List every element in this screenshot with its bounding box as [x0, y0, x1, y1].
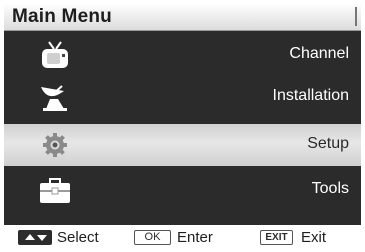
- toolbox-icon: [38, 174, 72, 206]
- menu-item-installation[interactable]: Installation: [4, 76, 361, 118]
- gear-icon: [38, 129, 72, 161]
- tv-icon: [38, 39, 72, 71]
- main-menu-panel: Main Menu Channel Installation Setup Too…: [4, 3, 361, 225]
- enter-hint-label: Enter: [177, 229, 213, 246]
- menu-item-label: Setup: [307, 135, 349, 152]
- select-hint-label: Select: [57, 229, 99, 246]
- menu-item-label: Installation: [272, 87, 350, 104]
- menu-item-label: Tools: [311, 180, 349, 197]
- title-bar-edge: [355, 7, 357, 26]
- menu-item-tools[interactable]: Tools: [4, 169, 361, 211]
- menu-item-label: Channel: [289, 45, 349, 62]
- menu-title: Main Menu: [12, 6, 112, 27]
- menu-item-setup[interactable]: Setup: [4, 124, 361, 166]
- exit-key-badge: EXIT: [260, 230, 293, 245]
- satellite-dish-icon: [38, 81, 72, 113]
- menu-item-channel[interactable]: Channel: [4, 34, 361, 76]
- exit-hint-label: Exit: [301, 229, 327, 246]
- up-down-arrows-icon: [18, 230, 52, 245]
- title-bar: Main Menu: [4, 3, 361, 31]
- ok-key-badge: OK: [134, 230, 171, 245]
- footer-hints: Select OK Enter EXIT Exit: [0, 225, 365, 252]
